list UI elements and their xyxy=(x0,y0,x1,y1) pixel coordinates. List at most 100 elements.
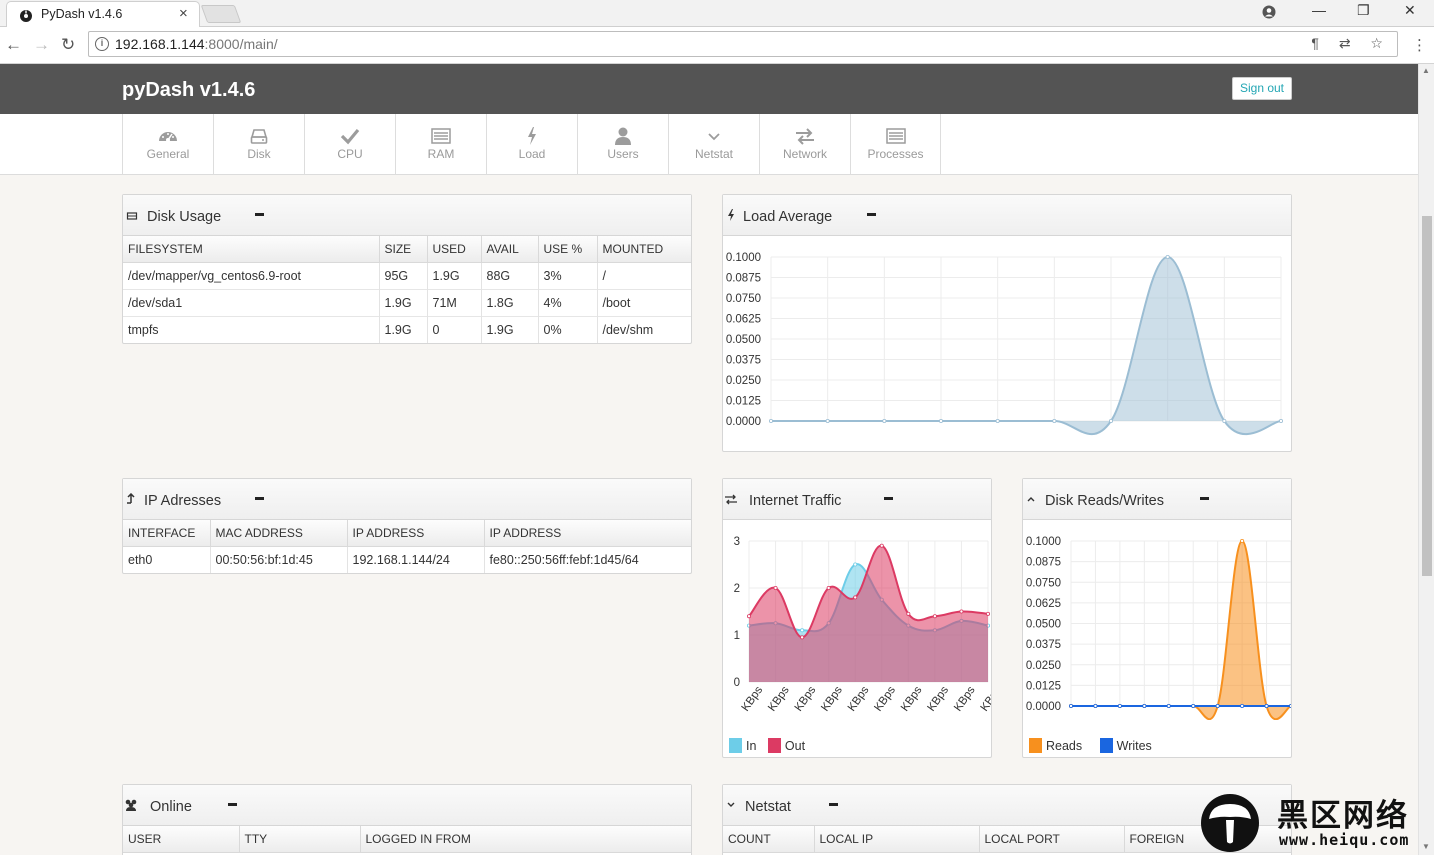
chart-legend: Reads Writes xyxy=(1029,738,1152,753)
load-average-widget: Load Average 0.1000 0.0875 0.0750 0.0625 0.0… xyxy=(722,194,1292,452)
tab-close-icon[interactable]: × xyxy=(179,5,188,22)
user-icon xyxy=(615,127,631,145)
widget-title: Disk Reads/Writes xyxy=(1045,493,1164,509)
main-nav: General Disk CPU RAM Load Users Netstat … xyxy=(0,114,1418,175)
url-text[interactable]: 192.168.1.144:8000/main/ xyxy=(115,36,278,52)
data-point xyxy=(879,543,884,548)
collapse-button[interactable] xyxy=(255,497,264,500)
column-header[interactable]: MOUNTED xyxy=(596,236,691,263)
nav-item-processes[interactable]: Processes xyxy=(850,114,941,175)
y-tick-label: 2 xyxy=(734,583,740,595)
column-header[interactable]: INTERFACE xyxy=(123,520,210,547)
table-cell: eth0 xyxy=(123,545,210,573)
legend-swatch xyxy=(767,738,781,753)
legend-item-reads[interactable]: Reads xyxy=(1029,738,1082,753)
nav-item-users[interactable]: Users xyxy=(577,114,668,175)
page-scrollbar[interactable]: ▲ ▼ xyxy=(1418,64,1434,855)
data-point xyxy=(938,418,943,423)
profile-icon[interactable] xyxy=(1262,5,1276,19)
data-point xyxy=(995,418,1000,423)
site-info-icon[interactable]: i xyxy=(95,37,109,51)
column-header[interactable]: USER xyxy=(123,826,239,853)
reload-button[interactable]: ↻ xyxy=(61,35,75,55)
widget-title: Internet Traffic xyxy=(749,493,842,509)
column-header[interactable]: IP ADDRESS xyxy=(483,520,691,547)
area-reads xyxy=(1071,541,1291,720)
users-icon xyxy=(125,799,137,811)
collapse-button[interactable] xyxy=(1200,497,1209,500)
scroll-thumb[interactable] xyxy=(1422,216,1432,576)
nav-item-network[interactable]: Network xyxy=(759,114,850,175)
collapse-button[interactable] xyxy=(884,497,893,500)
disk-usage-table: FILESYSTEM SIZE USED AVAIL USE % MOUNTED… xyxy=(123,236,691,343)
legend-item-out[interactable]: Out xyxy=(767,738,805,753)
column-header[interactable]: USED xyxy=(426,236,481,263)
watermark-text: 黑区网络 xyxy=(1277,798,1409,834)
close-window-button[interactable]: ✕ xyxy=(1404,2,1416,19)
nav-item-general[interactable]: General xyxy=(122,114,213,175)
collapse-button[interactable] xyxy=(867,213,876,216)
browser-tab[interactable]: PyDash v1.4.6 × xyxy=(6,1,200,27)
ip-addresses-table: INTERFACE MAC ADDRESS IP ADDRESS IP ADDR… xyxy=(123,520,691,573)
collapse-button[interactable] xyxy=(829,803,838,806)
nav-item-disk[interactable]: Disk xyxy=(213,114,304,175)
column-header[interactable]: USE % xyxy=(537,236,597,263)
collapse-button[interactable] xyxy=(228,803,237,806)
data-point xyxy=(1240,703,1245,708)
nav-item-cpu[interactable]: CPU xyxy=(304,114,395,175)
column-header[interactable]: LOCAL PORT xyxy=(978,826,1124,853)
y-tick-label: 0.0375 xyxy=(1026,639,1061,651)
back-button[interactable]: ← xyxy=(5,35,22,55)
omnibox-actions-icon[interactable]: ¶ ⇄ ☆ xyxy=(1311,35,1391,52)
column-header[interactable]: LOGGED IN FROM xyxy=(359,826,691,853)
column-header[interactable]: COUNT xyxy=(723,826,814,853)
data-point xyxy=(853,595,858,600)
online-widget: Online USER TTY LOGGED IN FROM xyxy=(122,784,692,855)
nav-item-load[interactable]: Load xyxy=(486,114,577,175)
x-tick-label: KBps xyxy=(846,684,872,714)
data-point xyxy=(1117,703,1122,708)
widget-title: IP Adresses xyxy=(144,493,222,509)
data-point xyxy=(1166,703,1171,708)
dashboard-icon xyxy=(159,132,177,142)
app-brand[interactable]: pyDash v1.4.6 xyxy=(122,79,255,102)
widget-header: Disk Usage xyxy=(123,195,691,236)
restore-window-button[interactable]: ❐ xyxy=(1357,2,1370,19)
scroll-up-icon[interactable]: ▲ xyxy=(1422,66,1430,75)
legend-item-writes[interactable]: Writes xyxy=(1099,738,1152,753)
column-header[interactable]: FILESYSTEM xyxy=(123,236,379,263)
y-tick-label: 0.0750 xyxy=(726,293,761,305)
nav-item-netstat[interactable]: Netstat xyxy=(668,114,759,175)
new-tab-button[interactable] xyxy=(200,5,242,23)
column-header[interactable]: TTY xyxy=(238,826,360,853)
table-cell: 1.9G xyxy=(378,288,427,316)
table-row: tmpfs 1.9G 0 1.9G 0% /dev/shm xyxy=(123,315,691,343)
data-point xyxy=(932,614,937,619)
data-point xyxy=(825,418,830,423)
forward-button[interactable]: → xyxy=(33,35,50,55)
minimize-window-button[interactable]: — xyxy=(1312,2,1326,18)
area-series xyxy=(771,257,1281,435)
column-header[interactable]: MAC ADDRESS xyxy=(209,520,347,547)
data-point xyxy=(1052,418,1057,423)
legend-item-in[interactable]: In xyxy=(729,738,756,753)
y-tick-label: 0.0000 xyxy=(1026,701,1061,713)
table-cell: 95G xyxy=(378,261,427,289)
column-header[interactable]: AVAIL xyxy=(480,236,538,263)
column-header[interactable]: LOCAL IP xyxy=(813,826,979,853)
data-point xyxy=(1069,703,1074,708)
address-bar[interactable]: i 192.168.1.144:8000/main/ ¶ ⇄ ☆ xyxy=(88,31,1398,57)
data-point xyxy=(1142,703,1147,708)
nav-item-ram[interactable]: RAM xyxy=(395,114,486,175)
tab-title: PyDash v1.4.6 xyxy=(41,7,123,21)
table-cell: 88G xyxy=(480,261,538,289)
collapse-button[interactable] xyxy=(255,213,264,216)
sign-out-button[interactable]: Sign out xyxy=(1232,77,1292,100)
table-cell: /dev/shm xyxy=(596,315,691,343)
column-header[interactable]: SIZE xyxy=(378,236,427,263)
table-cell: 4% xyxy=(537,288,597,316)
column-header[interactable]: IP ADDRESS xyxy=(346,520,484,547)
x-tick-label: KBps xyxy=(899,684,925,714)
table-cell: / xyxy=(596,261,691,289)
browser-menu-icon[interactable]: ⋮ xyxy=(1412,36,1427,54)
